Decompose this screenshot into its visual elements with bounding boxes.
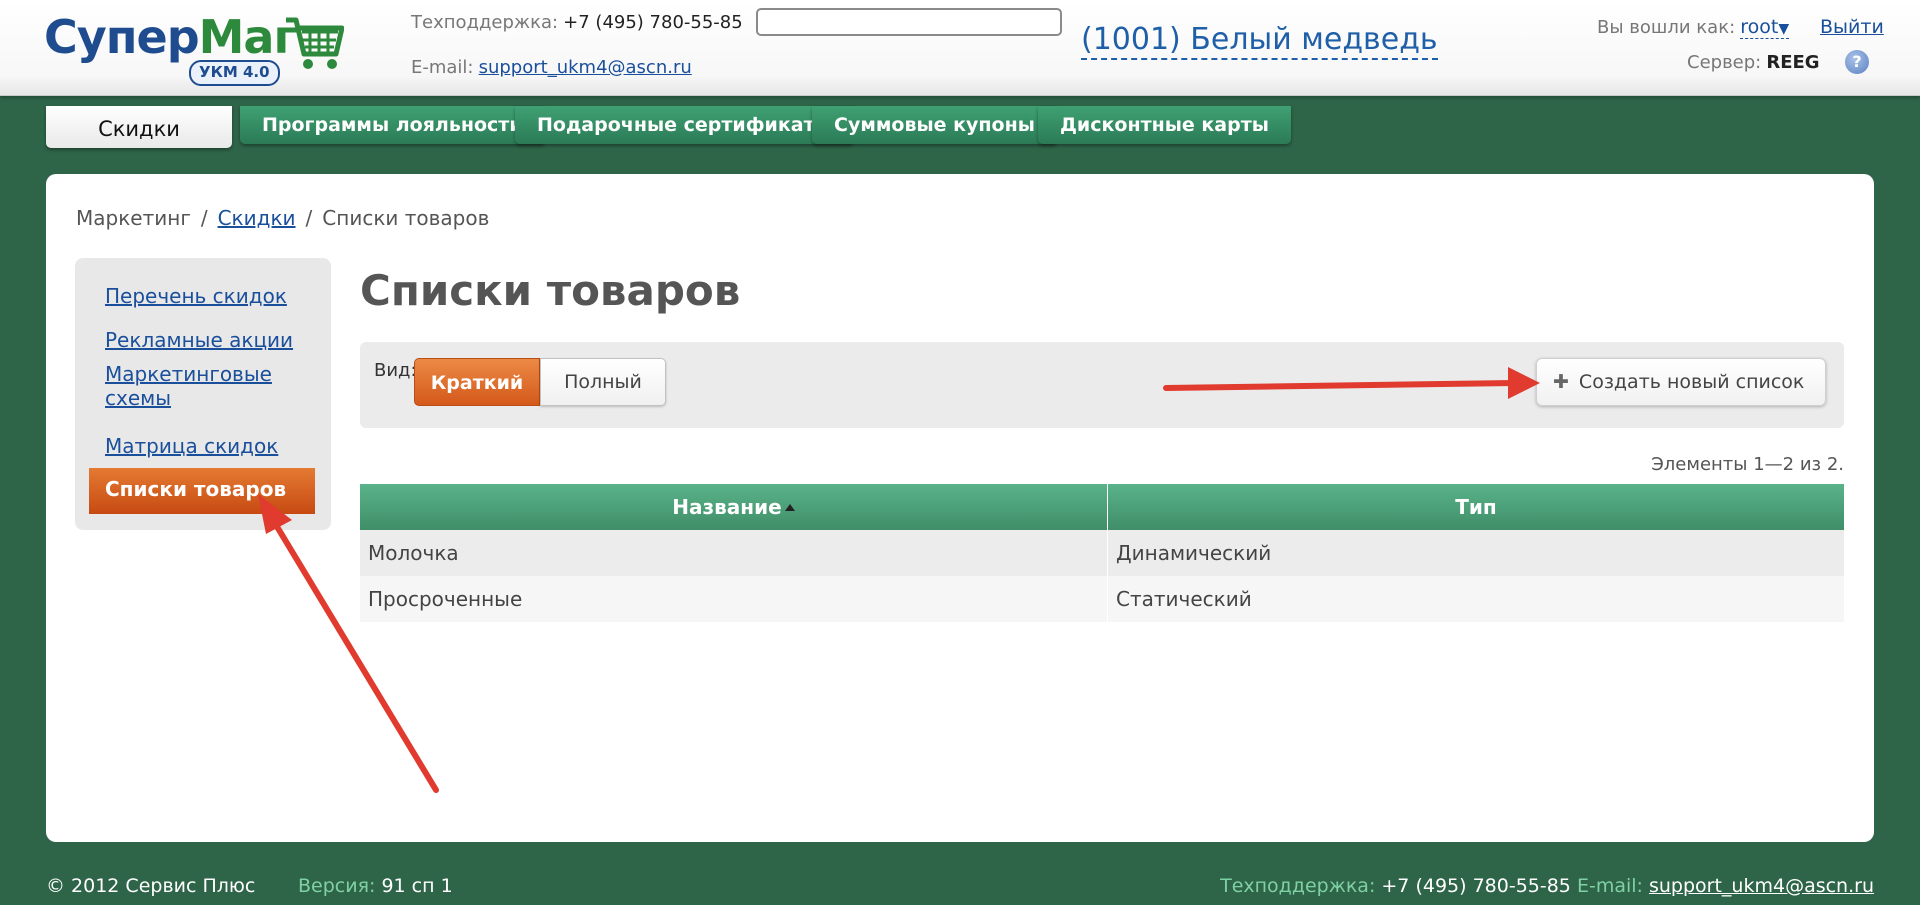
items-count: Элементы 1—2 из 2. bbox=[1651, 454, 1844, 475]
email-label: E-mail: bbox=[411, 57, 474, 78]
footer-support-phone: +7 (495) 780-55-85 bbox=[1381, 875, 1571, 897]
cell-name[interactable]: Молочка bbox=[360, 530, 1108, 576]
header-support: Техподдержка: +7 (495) 780-55-85 bbox=[411, 12, 743, 33]
sort-ascending-icon bbox=[784, 503, 795, 511]
app-logo[interactable]: СуперМаг УКМ 4.0 bbox=[44, 8, 354, 88]
support-phone: +7 (495) 780-55-85 bbox=[563, 12, 743, 33]
user-menu[interactable]: root▼ bbox=[1740, 16, 1790, 39]
login-label: Вы вошли как: bbox=[1597, 17, 1736, 38]
product-lists-table: Название Тип Молочка Динамический Просро… bbox=[360, 484, 1844, 622]
sidebar-item-discount-list[interactable]: Перечень скидок bbox=[105, 284, 305, 308]
header: СуперМаг УКМ 4.0 Техподдержка: +7 (495) … bbox=[0, 0, 1920, 96]
view-brief-button[interactable]: Краткий bbox=[414, 358, 540, 406]
login-info: Вы вошли как: root▼ bbox=[1597, 16, 1790, 39]
breadcrumb-discounts-link[interactable]: Скидки bbox=[218, 206, 296, 230]
column-header-name[interactable]: Название bbox=[360, 484, 1108, 530]
tab-sum-coupons[interactable]: Суммовые купоны bbox=[812, 106, 1057, 144]
chevron-down-icon: ▼ bbox=[1778, 21, 1790, 37]
support-email-link[interactable]: support_ukm4@ascn.ru bbox=[479, 57, 692, 78]
breadcrumb-current: Списки товаров bbox=[322, 206, 490, 230]
footer-copyright: © 2012 Сервис Плюс bbox=[46, 875, 256, 897]
store-selector[interactable]: (1001) Белый медведь bbox=[1081, 22, 1438, 60]
footer-version: Версия: 91 сп 1 bbox=[298, 875, 453, 897]
sidebar-item-discount-matrix[interactable]: Матрица скидок bbox=[105, 434, 305, 458]
shopping-cart-icon bbox=[286, 17, 344, 69]
table-header: Название Тип bbox=[360, 484, 1844, 530]
sidebar: Перечень скидок Рекламные акции Маркетин… bbox=[75, 258, 331, 530]
sidebar-item-promotions[interactable]: Рекламные акции bbox=[105, 328, 305, 352]
content-panel: Маркетинг / Скидки / Списки товаров Перечень… bbox=[46, 174, 1874, 842]
table-row[interactable]: Просроченные Статический bbox=[360, 576, 1844, 622]
table-row[interactable]: Молочка Динамический bbox=[360, 530, 1844, 576]
tab-gift-certificates[interactable]: Подарочные сертификаты bbox=[515, 106, 854, 144]
support-label: Техподдержка: bbox=[411, 12, 559, 33]
help-icon[interactable]: ? bbox=[1845, 50, 1869, 74]
logout-link[interactable]: Выйти bbox=[1820, 16, 1884, 38]
cell-type: Динамический bbox=[1116, 541, 1272, 565]
list-toolbar: Вид: Краткий Полный ✚ Создать новый списо… bbox=[360, 342, 1844, 428]
breadcrumb-marketing: Маркетинг bbox=[76, 206, 191, 230]
tab-loyalty-programs[interactable]: Программы лояльности bbox=[240, 106, 545, 144]
logo-text-part2: Маг bbox=[198, 10, 298, 64]
search-input[interactable] bbox=[756, 8, 1062, 36]
version-badge: УКМ 4.0 bbox=[189, 60, 280, 86]
breadcrumb-separator: / bbox=[200, 206, 208, 230]
server-label: Сервер: bbox=[1687, 52, 1762, 73]
header-email: E-mail: support_ukm4@ascn.ru bbox=[411, 57, 692, 78]
page-title: Списки товаров bbox=[360, 266, 741, 315]
view-label: Вид: bbox=[374, 360, 417, 381]
sidebar-item-product-lists[interactable]: Списки товаров bbox=[89, 468, 315, 514]
version-value: 91 сп 1 bbox=[381, 875, 453, 897]
version-label: Версия: bbox=[298, 875, 376, 897]
breadcrumb: Маркетинг / Скидки / Списки товаров bbox=[76, 206, 489, 230]
footer-support-label: Техподдержка: bbox=[1220, 875, 1376, 897]
server-name: REEG bbox=[1766, 52, 1820, 73]
create-list-button[interactable]: ✚ Создать новый список bbox=[1536, 358, 1826, 406]
user-name: root bbox=[1740, 16, 1779, 38]
footer-email-link[interactable]: support_ukm4@ascn.ru bbox=[1649, 875, 1874, 897]
column-header-type[interactable]: Тип bbox=[1108, 484, 1844, 530]
sidebar-item-marketing-schemes[interactable]: Маркетинговые схемы bbox=[105, 362, 275, 410]
footer-email-label: E-mail: bbox=[1576, 875, 1643, 897]
cell-name[interactable]: Просроченные bbox=[360, 576, 1108, 622]
cell-type: Статический bbox=[1116, 587, 1252, 611]
breadcrumb-separator: / bbox=[305, 206, 313, 230]
view-full-button[interactable]: Полный bbox=[540, 358, 666, 406]
footer-support: Техподдержка: +7 (495) 780-55-85 E-mail:… bbox=[1220, 875, 1874, 897]
tab-discounts[interactable]: Скидки bbox=[46, 106, 232, 148]
logo-text-part1: Супер bbox=[44, 10, 200, 64]
tab-discount-cards[interactable]: Дисконтные карты bbox=[1038, 106, 1291, 144]
plus-icon: ✚ bbox=[1553, 371, 1569, 393]
create-list-label: Создать новый список bbox=[1578, 371, 1805, 393]
server-info: Сервер: REEG bbox=[1687, 52, 1820, 73]
